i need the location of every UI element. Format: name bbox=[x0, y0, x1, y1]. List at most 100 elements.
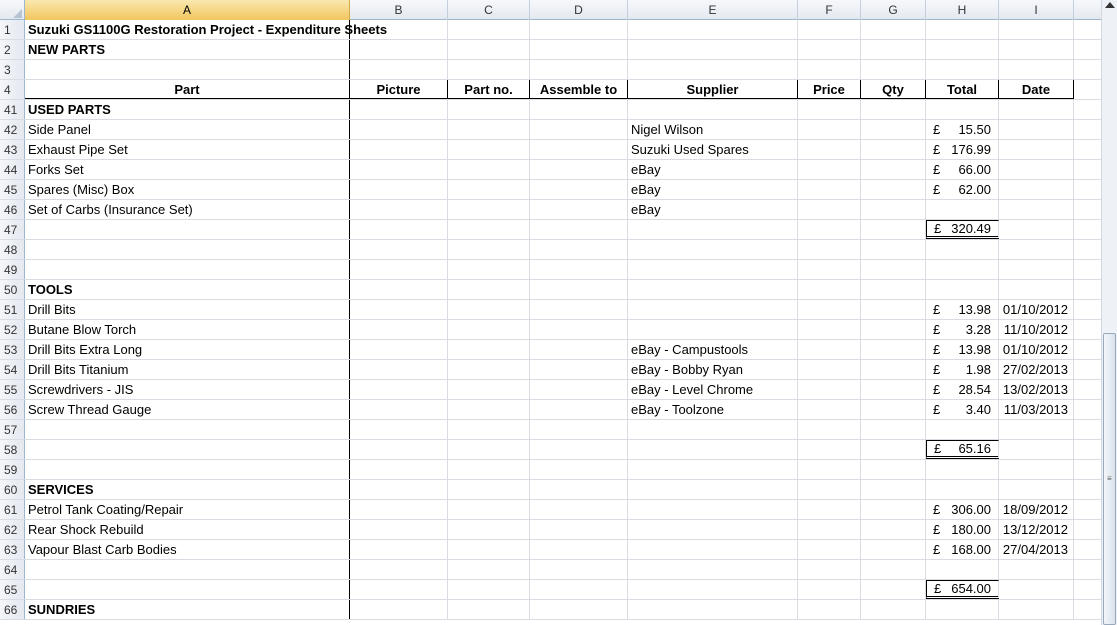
cell-b[interactable] bbox=[350, 400, 448, 419]
cell-e[interactable]: eBay bbox=[628, 160, 798, 179]
cell-h[interactable]: £320.49 bbox=[926, 220, 999, 239]
cell-g[interactable] bbox=[861, 460, 926, 479]
cell-d[interactable] bbox=[530, 320, 628, 339]
cell-a[interactable]: Screw Thread Gauge bbox=[25, 400, 350, 419]
row-header[interactable]: 53 bbox=[0, 340, 25, 359]
cell-g[interactable] bbox=[861, 400, 926, 419]
cell-f[interactable] bbox=[798, 440, 861, 459]
cell-a[interactable]: Screwdrivers - JIS bbox=[25, 380, 350, 399]
cell-e[interactable]: eBay bbox=[628, 200, 798, 219]
cell-g[interactable] bbox=[861, 480, 926, 499]
cell-b[interactable] bbox=[350, 480, 448, 499]
cell-c[interactable] bbox=[448, 180, 530, 199]
cell-b[interactable] bbox=[350, 180, 448, 199]
cell-b[interactable] bbox=[350, 280, 448, 299]
cell-b[interactable] bbox=[350, 220, 448, 239]
cell-a[interactable] bbox=[25, 580, 350, 599]
cell-a[interactable] bbox=[25, 240, 350, 259]
cell-b[interactable] bbox=[350, 20, 448, 39]
cell-e[interactable] bbox=[628, 540, 798, 559]
cell-i[interactable]: 01/10/2012 bbox=[999, 300, 1074, 319]
cell-b[interactable] bbox=[350, 60, 448, 79]
cell-f[interactable] bbox=[798, 60, 861, 79]
row-header[interactable]: 51 bbox=[0, 300, 25, 319]
cell-c[interactable] bbox=[448, 140, 530, 159]
cell-i[interactable] bbox=[999, 60, 1074, 79]
cell-b[interactable]: Picture bbox=[350, 80, 448, 99]
cell-b[interactable] bbox=[350, 560, 448, 579]
cell-g[interactable] bbox=[861, 320, 926, 339]
cell-d[interactable] bbox=[530, 500, 628, 519]
row-header[interactable]: 42 bbox=[0, 120, 25, 139]
cell-d[interactable] bbox=[530, 460, 628, 479]
cell-i[interactable] bbox=[999, 260, 1074, 279]
cell-a[interactable]: USED PARTS bbox=[25, 100, 350, 119]
cell-i[interactable] bbox=[999, 420, 1074, 439]
cell-g[interactable] bbox=[861, 500, 926, 519]
row-header[interactable]: 57 bbox=[0, 420, 25, 439]
cell-d[interactable] bbox=[530, 380, 628, 399]
vertical-scrollbar[interactable]: ≡ bbox=[1101, 0, 1117, 625]
cell-i[interactable] bbox=[999, 600, 1074, 619]
cell-b[interactable] bbox=[350, 300, 448, 319]
cell-h[interactable]: £180.00 bbox=[926, 520, 999, 539]
cell-d[interactable] bbox=[530, 60, 628, 79]
cell-a[interactable]: Petrol Tank Coating/Repair bbox=[25, 500, 350, 519]
cell-d[interactable] bbox=[530, 340, 628, 359]
cell-f[interactable] bbox=[798, 560, 861, 579]
cell-g[interactable] bbox=[861, 120, 926, 139]
cell-h[interactable]: £28.54 bbox=[926, 380, 999, 399]
cell-g[interactable] bbox=[861, 220, 926, 239]
cell-c[interactable] bbox=[448, 100, 530, 119]
cell-d[interactable] bbox=[530, 200, 628, 219]
cell-f[interactable] bbox=[798, 160, 861, 179]
select-all-corner[interactable] bbox=[0, 0, 25, 20]
cell-f[interactable] bbox=[798, 260, 861, 279]
row-header[interactable]: 3 bbox=[0, 60, 25, 79]
row-header[interactable]: 62 bbox=[0, 520, 25, 539]
cell-h[interactable] bbox=[926, 200, 999, 219]
cell-h[interactable]: £15.50 bbox=[926, 120, 999, 139]
row-header[interactable]: 61 bbox=[0, 500, 25, 519]
cell-c[interactable] bbox=[448, 280, 530, 299]
column-header-g[interactable]: G bbox=[861, 0, 926, 20]
cell-c[interactable] bbox=[448, 160, 530, 179]
cell-h[interactable]: £1.98 bbox=[926, 360, 999, 379]
cell-f[interactable] bbox=[798, 460, 861, 479]
cell-d[interactable] bbox=[530, 120, 628, 139]
cell-i[interactable]: 18/09/2012 bbox=[999, 500, 1074, 519]
cell-i[interactable]: 27/02/2013 bbox=[999, 360, 1074, 379]
cell-c[interactable] bbox=[448, 440, 530, 459]
cell-c[interactable] bbox=[448, 360, 530, 379]
cell-h[interactable] bbox=[926, 100, 999, 119]
cell-b[interactable] bbox=[350, 380, 448, 399]
cell-f[interactable] bbox=[798, 200, 861, 219]
cell-f[interactable] bbox=[798, 300, 861, 319]
cell-b[interactable] bbox=[350, 160, 448, 179]
cell-i[interactable] bbox=[999, 200, 1074, 219]
cell-g[interactable] bbox=[861, 420, 926, 439]
cell-h[interactable] bbox=[926, 280, 999, 299]
cell-b[interactable] bbox=[350, 520, 448, 539]
cell-a[interactable] bbox=[25, 440, 350, 459]
cell-d[interactable] bbox=[530, 220, 628, 239]
row-header[interactable]: 1 bbox=[0, 20, 25, 39]
cell-e[interactable] bbox=[628, 280, 798, 299]
cell-c[interactable] bbox=[448, 500, 530, 519]
cell-i[interactable] bbox=[999, 120, 1074, 139]
cell-h[interactable]: £3.40 bbox=[926, 400, 999, 419]
cell-a[interactable]: Spares (Misc) Box bbox=[25, 180, 350, 199]
cell-g[interactable] bbox=[861, 20, 926, 39]
row-header[interactable]: 60 bbox=[0, 480, 25, 499]
cell-f[interactable] bbox=[798, 600, 861, 619]
cell-c[interactable] bbox=[448, 60, 530, 79]
cell-e[interactable]: eBay - Campustools bbox=[628, 340, 798, 359]
cell-d[interactable] bbox=[530, 560, 628, 579]
cell-a[interactable]: Drill Bits bbox=[25, 300, 350, 319]
cell-c[interactable] bbox=[448, 200, 530, 219]
cell-i[interactable] bbox=[999, 180, 1074, 199]
cell-i[interactable]: 13/02/2013 bbox=[999, 380, 1074, 399]
cell-f[interactable] bbox=[798, 100, 861, 119]
cell-h[interactable] bbox=[926, 480, 999, 499]
cell-b[interactable] bbox=[350, 140, 448, 159]
